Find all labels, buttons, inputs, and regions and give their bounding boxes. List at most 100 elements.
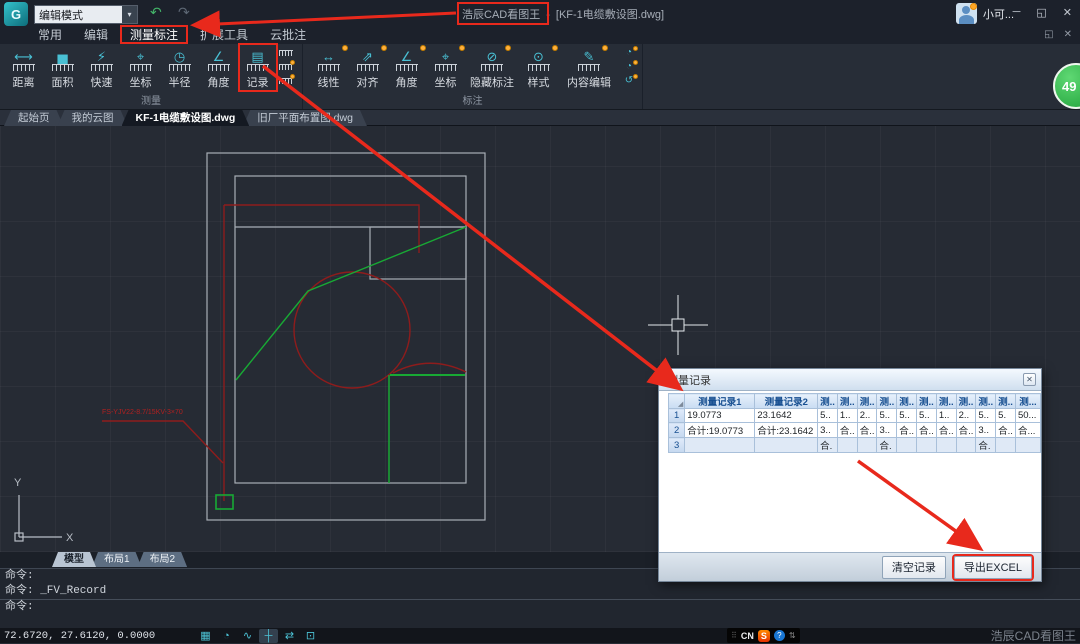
mini-ruler-icon[interactable]: [277, 46, 295, 59]
table-cell[interactable]: 5..: [897, 409, 917, 423]
table-cell[interactable]: [996, 438, 1016, 453]
table-cell[interactable]: 合计:19.0773: [685, 423, 755, 438]
export-excel-button[interactable]: 导出EXCEL: [954, 556, 1032, 579]
column-header[interactable]: 测..: [976, 394, 996, 409]
sogou-logo-icon[interactable]: S: [758, 630, 770, 642]
flip-icon[interactable]: ⇄: [280, 629, 299, 643]
linear-dim-button[interactable]: ↔ 线性: [309, 44, 348, 94]
table-cell[interactable]: [755, 438, 818, 453]
command-input-line[interactable]: 命令:: [0, 600, 1080, 615]
dim-style-button[interactable]: ⊙ 样式: [519, 44, 558, 94]
row-number[interactable]: 2: [669, 423, 685, 438]
table-cell[interactable]: 5..: [917, 409, 937, 423]
dialog-close-icon[interactable]: ✕: [1023, 373, 1036, 386]
column-header[interactable]: 测..: [936, 394, 956, 409]
table-cell[interactable]: 合..: [917, 423, 937, 438]
chevron-down-icon[interactable]: ▾: [122, 6, 137, 23]
column-header[interactable]: 测..: [996, 394, 1016, 409]
minimize-button[interactable]: ─: [1013, 6, 1021, 19]
tab-edit[interactable]: 编辑: [76, 28, 116, 44]
ime-expand-icon[interactable]: ⇅: [789, 631, 796, 640]
redo-icon[interactable]: ↷: [178, 4, 190, 21]
table-cell[interactable]: 合...: [1015, 423, 1040, 438]
gauge-icon[interactable]: ◔: [620, 46, 638, 59]
column-header[interactable]: 测..: [837, 394, 857, 409]
doc-tab-kf1-dwg[interactable]: KF-1电缆敷设图.dwg: [122, 110, 250, 126]
mini-ruler-vip-icon-2[interactable]: [277, 74, 295, 87]
table-cell[interactable]: 5..: [976, 409, 996, 423]
undo-icon[interactable]: ↶: [150, 4, 162, 21]
column-header[interactable]: 测..: [818, 394, 838, 409]
table-cell[interactable]: [837, 438, 857, 453]
snap-crosshair-icon[interactable]: ┼: [259, 629, 278, 643]
layout-tab-1[interactable]: 布局1: [92, 552, 142, 567]
ime-help-icon[interactable]: ?: [774, 630, 785, 641]
ime-drag-handle-icon[interactable]: ⠿: [731, 631, 737, 640]
table-cell[interactable]: 合..: [956, 423, 976, 438]
user-avatar[interactable]: [956, 3, 977, 24]
table-cell[interactable]: 2..: [956, 409, 976, 423]
table-cell[interactable]: 3..: [976, 423, 996, 438]
close-button[interactable]: ✕: [1063, 6, 1072, 19]
angle-dim-button[interactable]: ∠ 角度: [387, 44, 426, 94]
tab-measure-annotate[interactable]: 测量标注: [122, 28, 186, 44]
table-cell[interactable]: 合..: [996, 423, 1016, 438]
table-corner[interactable]: [669, 394, 685, 409]
grid-toggle-icon[interactable]: ▦: [196, 629, 215, 643]
table-cell[interactable]: [897, 438, 917, 453]
table-cell[interactable]: [936, 438, 956, 453]
table-cell[interactable]: 合..: [936, 423, 956, 438]
table-cell[interactable]: 合计:23.1642: [755, 423, 818, 438]
table-cell[interactable]: 2..: [857, 409, 877, 423]
table-cell[interactable]: 5..: [877, 409, 897, 423]
tab-cloud-annotation[interactable]: 云批注: [262, 28, 314, 44]
doc-tab-old-plant-dwg[interactable]: 旧厂平面布置图.dwg: [243, 110, 367, 126]
table-cell[interactable]: [857, 438, 877, 453]
clear-records-button[interactable]: 清空记录: [882, 556, 946, 579]
gauge-icon-2[interactable]: ◔: [620, 60, 638, 73]
ime-toolbar[interactable]: ⠿ CN S ? ⇅: [727, 628, 800, 643]
zoom-extents-icon[interactable]: ⊡: [301, 629, 320, 643]
table-cell[interactable]: 3..: [818, 423, 838, 438]
column-header[interactable]: 测量记录2: [755, 394, 818, 409]
table-cell[interactable]: 50...: [1015, 409, 1040, 423]
mdi-close-button[interactable]: ✕: [1064, 29, 1072, 40]
hide-dim-button[interactable]: ⊘ 隐藏标注: [465, 44, 519, 94]
angle-button[interactable]: ∠ 角度: [199, 44, 238, 94]
table-cell[interactable]: 合.: [818, 438, 838, 453]
column-header[interactable]: 测..: [917, 394, 937, 409]
column-header[interactable]: 测..: [897, 394, 917, 409]
dialog-title-bar[interactable]: 测量记录: [659, 369, 1041, 391]
table-cell[interactable]: 5.: [996, 409, 1016, 423]
user-area[interactable]: 小可...: [956, 3, 1014, 24]
aligned-dim-button[interactable]: ⇗ 对齐: [348, 44, 387, 94]
column-header[interactable]: 测...: [1015, 394, 1040, 409]
radius-button[interactable]: ◷ 半径: [160, 44, 199, 94]
zoom-time-icon[interactable]: ◔: [217, 629, 236, 643]
row-number[interactable]: 1: [669, 409, 685, 423]
table-cell[interactable]: 合..: [897, 423, 917, 438]
table-cell[interactable]: 1..: [837, 409, 857, 423]
table-cell[interactable]: 1..: [936, 409, 956, 423]
column-header[interactable]: 测量记录1: [685, 394, 755, 409]
layout-tab-2[interactable]: 布局2: [138, 552, 188, 567]
mini-ruler-vip-icon[interactable]: [277, 60, 295, 73]
area-button[interactable]: ▅ 面积: [43, 44, 82, 94]
row-number[interactable]: 3: [669, 438, 685, 453]
polyline-mode-icon[interactable]: ∿: [238, 629, 257, 643]
ime-language-label[interactable]: CN: [741, 631, 754, 641]
edit-mode-dropdown[interactable]: 编辑模式 ▾: [34, 5, 138, 24]
table-cell[interactable]: 23.1642: [755, 409, 818, 423]
quick-measure-button[interactable]: ⚡ 快速: [82, 44, 121, 94]
table-cell[interactable]: [956, 438, 976, 453]
distance-button[interactable]: ⟷ 距离: [4, 44, 43, 94]
table-cell[interactable]: [1015, 438, 1040, 453]
mdi-restore-button[interactable]: ◱: [1044, 29, 1053, 40]
table-cell[interactable]: 5..: [818, 409, 838, 423]
table-cell[interactable]: 合..: [837, 423, 857, 438]
curve-arrow-icon[interactable]: ↺: [620, 74, 638, 87]
layout-tab-model[interactable]: 模型: [52, 552, 96, 567]
column-header[interactable]: 测..: [877, 394, 897, 409]
record-button[interactable]: ▤ 记录: [238, 44, 277, 94]
table-cell[interactable]: [917, 438, 937, 453]
